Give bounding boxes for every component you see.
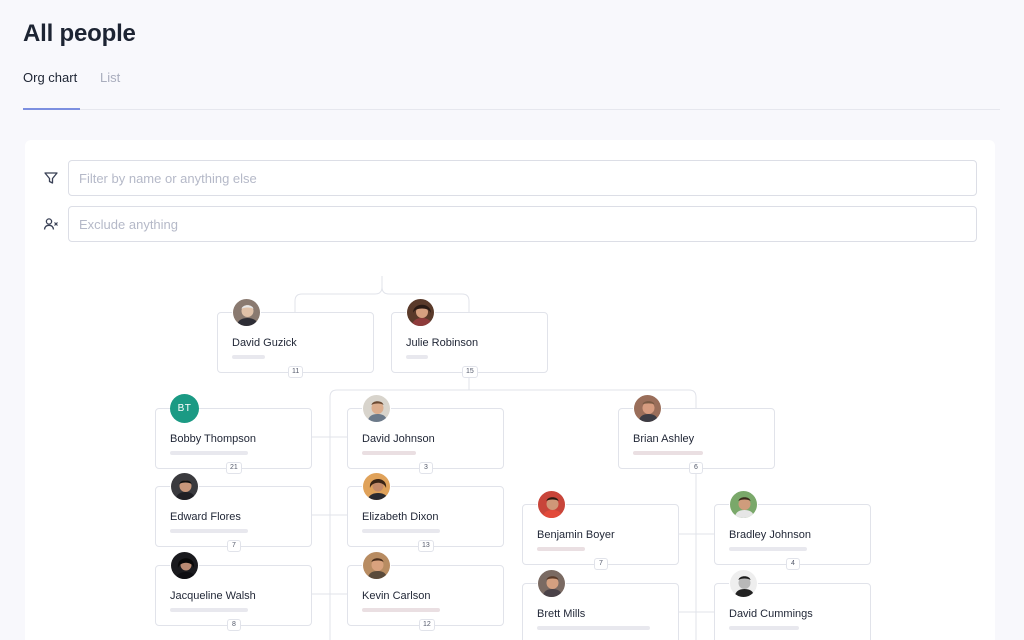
- placeholder-bar: [232, 355, 265, 359]
- view-tabs: Org chart List: [23, 62, 1000, 110]
- filter-icon: [44, 172, 58, 184]
- reports-count-badge[interactable]: 7: [227, 540, 241, 552]
- avatar-initials: BT: [170, 394, 199, 423]
- placeholder-bar: [729, 626, 799, 630]
- person-card-bobby-thompson[interactable]: BT Bobby Thompson: [155, 394, 312, 469]
- person-card-bradley-johnson[interactable]: Bradley Johnson: [714, 490, 871, 565]
- person-card-jacqueline-walsh[interactable]: Jacqueline Walsh: [155, 551, 312, 626]
- person-card-brian-ashley[interactable]: Brian Ashley: [618, 394, 775, 469]
- active-tab-indicator: [23, 108, 80, 110]
- person-card-elizabeth-dixon[interactable]: Elizabeth Dixon: [347, 472, 504, 547]
- person-name: Bradley Johnson: [729, 529, 811, 541]
- person-name: Elizabeth Dixon: [362, 511, 439, 523]
- person-card-david-johnson[interactable]: David Johnson: [347, 394, 504, 469]
- tab-org-chart[interactable]: Org chart: [23, 70, 77, 85]
- reports-count-badge[interactable]: 6: [689, 462, 703, 474]
- tab-list[interactable]: List: [100, 70, 120, 85]
- avatar: [362, 394, 391, 423]
- person-name: Julie Robinson: [406, 337, 479, 349]
- person-name: Benjamin Boyer: [537, 529, 615, 541]
- placeholder-bar: [362, 608, 440, 612]
- person-name: Kevin Carlson: [362, 590, 431, 602]
- person-card-brett-mills[interactable]: Brett Mills: [522, 569, 679, 640]
- person-card-david-cummings[interactable]: David Cummings: [714, 569, 871, 640]
- placeholder-bar: [362, 529, 440, 533]
- placeholder-bar: [170, 608, 248, 612]
- person-name: Jacqueline Walsh: [170, 590, 256, 602]
- person-name: Brian Ashley: [633, 433, 695, 445]
- placeholder-bar: [537, 547, 585, 551]
- person-card-benjamin-boyer[interactable]: Benjamin Boyer: [522, 490, 679, 565]
- avatar: [537, 569, 566, 598]
- placeholder-bar: [729, 547, 807, 551]
- reports-count-badge[interactable]: 3: [419, 462, 433, 474]
- reports-count-badge[interactable]: 21: [226, 462, 242, 474]
- reports-count-badge[interactable]: 11: [288, 366, 304, 378]
- avatar: [729, 490, 758, 519]
- person-name: Edward Flores: [170, 511, 241, 523]
- filter-row: [25, 160, 995, 196]
- avatar: [170, 551, 199, 580]
- avatar: [633, 394, 662, 423]
- avatar: [406, 298, 435, 327]
- person-card-david-guzick[interactable]: David Guzick: [217, 298, 374, 373]
- avatar: [729, 569, 758, 598]
- reports-count-badge[interactable]: 4: [786, 558, 800, 570]
- placeholder-bar: [633, 451, 703, 455]
- page-title: All people: [23, 20, 136, 47]
- avatar: [170, 472, 199, 501]
- person-name: David Johnson: [362, 433, 435, 445]
- reports-count-badge[interactable]: 8: [227, 619, 241, 631]
- placeholder-bar: [537, 626, 650, 630]
- reports-count-badge[interactable]: 13: [418, 540, 434, 552]
- person-name: David Cummings: [729, 608, 813, 620]
- reports-count-badge[interactable]: 12: [419, 619, 435, 631]
- avatar: [362, 551, 391, 580]
- placeholder-bar: [170, 451, 248, 455]
- reports-count-badge[interactable]: 15: [462, 366, 478, 378]
- reports-count-badge[interactable]: 7: [594, 558, 608, 570]
- person-card-kevin-carlson[interactable]: Kevin Carlson: [347, 551, 504, 626]
- filter-input[interactable]: [68, 160, 977, 196]
- person-card-edward-flores[interactable]: Edward Flores: [155, 472, 312, 547]
- person-card-julie-robinson[interactable]: Julie Robinson: [391, 298, 548, 373]
- avatar: [232, 298, 261, 327]
- exclude-input[interactable]: [68, 206, 977, 242]
- placeholder-bar: [170, 529, 248, 533]
- placeholder-bar: [362, 451, 416, 455]
- exclude-row: [25, 206, 995, 242]
- user-exclude-icon: [43, 218, 58, 230]
- person-name: Brett Mills: [537, 608, 586, 620]
- placeholder-bar: [406, 355, 428, 359]
- person-name: Bobby Thompson: [170, 433, 257, 445]
- avatar: [362, 472, 391, 501]
- avatar: [537, 490, 566, 519]
- person-name: David Guzick: [232, 337, 297, 349]
